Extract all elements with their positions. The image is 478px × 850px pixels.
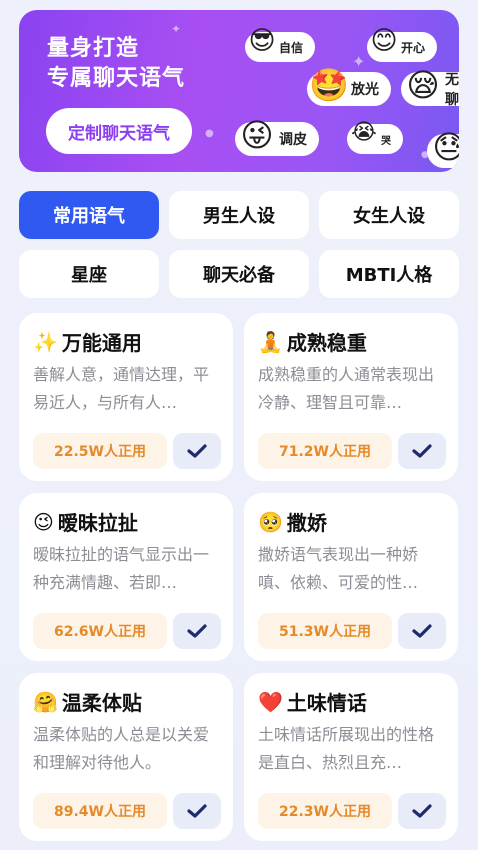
tone-chip-cry: 😭 哭	[347, 120, 403, 154]
tab-female-persona[interactable]: 女生人设	[319, 191, 459, 239]
select-check-button[interactable]	[173, 613, 221, 649]
tone-card[interactable]: 😉 暧昧拉扯 暧昧拉扯的语气显示出一种充满情趣、若即… 62.6W人正用	[19, 493, 233, 661]
sparkle-decoration: ✦	[352, 52, 366, 71]
select-check-button[interactable]	[173, 433, 221, 469]
usage-count-badge: 51.3W人正用	[258, 613, 392, 649]
star-eyes-face-icon: 🤩	[309, 66, 349, 104]
tone-chip-happy: 😊 开心	[367, 26, 438, 62]
card-description: 土味情话所展现出的性格是直白、热烈且充…	[258, 725, 435, 772]
check-icon	[412, 804, 432, 818]
sparkle-decoration: ●	[205, 128, 214, 139]
check-icon	[412, 624, 432, 638]
tone-card[interactable]: ✨ 万能通用 善解人意，通情达理，平易近人，与所有人… 22.5W人正用	[19, 313, 233, 481]
select-check-button[interactable]	[398, 613, 446, 649]
check-icon	[412, 444, 432, 458]
card-description: 善解人意，通情达理，平易近人，与所有人…	[33, 365, 210, 412]
tab-chat-essentials[interactable]: 聊天必备	[169, 250, 309, 298]
card-description: 撒娇语气表现出一种娇嗔、依赖、可爱的性…	[258, 545, 419, 592]
tab-male-persona[interactable]: 男生人设	[169, 191, 309, 239]
playful-face-icon: 😜	[240, 116, 274, 154]
card-description: 暧昧拉扯的语气显示出一种充满情趣、若即…	[33, 545, 210, 592]
usage-count-badge: 22.5W人正用	[33, 433, 167, 469]
tone-card[interactable]: 🧘 成熟稳重 成熟稳重的人通常表现出冷静、理智且可靠… 71.2W人正用	[244, 313, 458, 481]
tab-common-tone[interactable]: 常用语气	[19, 191, 159, 239]
usage-count-badge: 62.6W人正用	[33, 613, 167, 649]
card-title: ✨ 万能通用	[33, 329, 142, 356]
select-check-button[interactable]	[398, 433, 446, 469]
sweat-face-icon: 😓	[432, 128, 459, 166]
hugging-face-icon: 🤗	[33, 689, 58, 714]
banner-title: 量身打造 专属聊天语气	[47, 36, 186, 91]
tab-mbti[interactable]: MBTI人格	[319, 250, 459, 298]
card-title: 😉 暧昧拉扯	[33, 509, 138, 536]
card-title: ❤️ 土味情话	[258, 689, 367, 716]
crying-face-icon: 😭	[351, 120, 377, 145]
card-title: 🧘 成熟稳重	[258, 329, 367, 356]
tone-chip-bored: 😪 无聊	[401, 66, 459, 108]
select-check-button[interactable]	[398, 793, 446, 829]
promo-banner[interactable]: ✦ ✦ ● ● ✦ 量身打造 专属聊天语气 定制聊天语气 😎 自信 😊 开心 🤩…	[19, 10, 459, 172]
card-description: 成熟稳重的人通常表现出冷静、理智且可靠…	[258, 365, 435, 412]
smile-face-icon: 😊	[370, 26, 398, 56]
usage-count-badge: 89.4W人正用	[33, 793, 167, 829]
wink-face-icon: 😉	[33, 509, 54, 534]
card-title: 🥺 撒娇	[258, 509, 327, 536]
tone-card[interactable]: 🥺 撒娇 撒娇语气表现出一种娇嗔、依赖、可爱的性… 51.3W人正用	[244, 493, 458, 661]
tone-chip-sweat: 😓	[427, 128, 459, 168]
sparkles-icon: ✨	[33, 329, 58, 354]
pleading-face-icon: 🥺	[258, 509, 283, 534]
check-icon	[187, 804, 207, 818]
usage-count-badge: 71.2W人正用	[258, 433, 392, 469]
usage-count-badge: 22.3W人正用	[258, 793, 392, 829]
card-description: 温柔体贴的人总是以关爱和理解对待他人。	[33, 725, 210, 772]
tab-constellation[interactable]: 星座	[19, 250, 159, 298]
tone-chip-confident: 😎 自信	[245, 26, 316, 62]
tone-card[interactable]: ❤️ 土味情话 土味情话所展现出的性格是直白、热烈且充… 22.3W人正用	[244, 673, 458, 841]
meditation-icon: 🧘	[258, 329, 283, 354]
select-check-button[interactable]	[173, 793, 221, 829]
check-icon	[187, 444, 207, 458]
tone-chip-shine: 🤩 放光	[307, 66, 391, 106]
cool-face-icon: 😎	[248, 26, 276, 56]
customize-tone-button[interactable]: 定制聊天语气	[46, 108, 192, 154]
card-title: 🤗 温柔体贴	[33, 689, 142, 716]
tone-card[interactable]: 🤗 温柔体贴 温柔体贴的人总是以关爱和理解对待他人。 89.4W人正用	[19, 673, 233, 841]
check-icon	[187, 624, 207, 638]
sleepy-face-icon: 😪	[406, 66, 440, 104]
tone-chip-playful: 😜 调皮	[235, 116, 319, 156]
red-heart-icon: ❤️	[258, 689, 283, 714]
